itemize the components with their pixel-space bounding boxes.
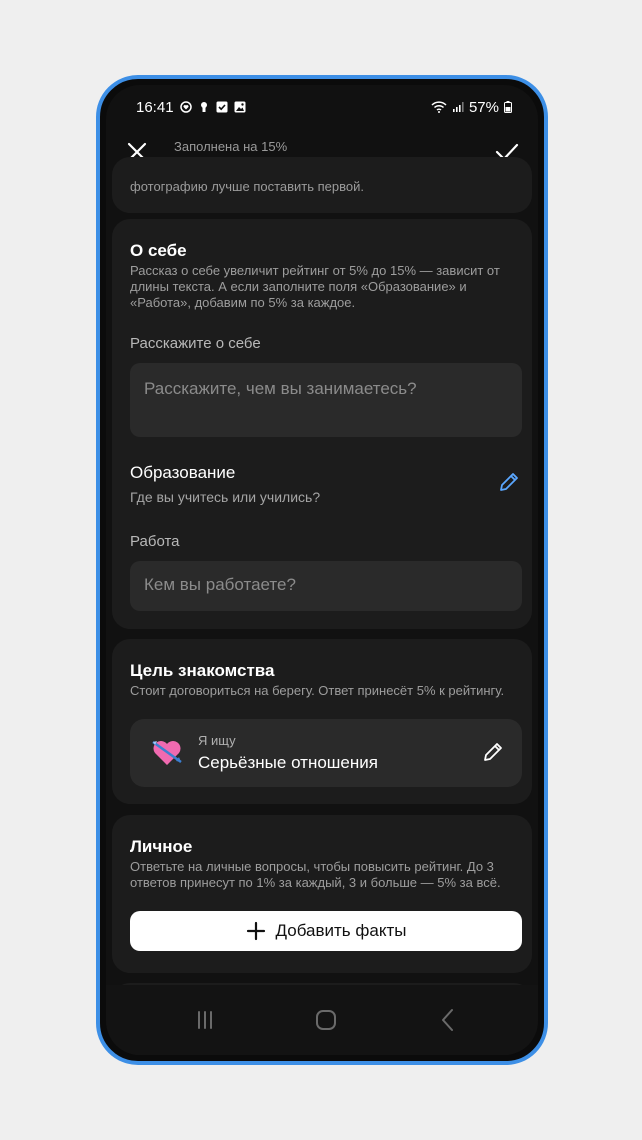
system-nav-bar	[106, 985, 538, 1055]
home-button[interactable]	[311, 1005, 341, 1035]
education-description: Где вы учитесь или учились?	[130, 489, 321, 505]
photo-section-card: фотографию лучше поставить первой.	[112, 157, 532, 213]
about-label: Расскажите о себе	[130, 335, 261, 352]
about-section-card: О себе Рассказ о себе увеличит рейтинг о…	[112, 219, 532, 629]
battery-icon	[504, 101, 512, 113]
goal-description: Стоит договориться на берегу. Ответ прин…	[130, 683, 505, 698]
recent-apps-button[interactable]	[190, 1005, 220, 1035]
back-icon	[442, 1009, 453, 1031]
photo-hint-text: фотографию лучше поставить первой.	[130, 179, 365, 194]
work-label: Работа	[130, 533, 180, 550]
progress-label: Заполнена на 15%	[174, 139, 288, 154]
status-bar: 16:41 57%	[136, 97, 512, 117]
goal-title: Цель знакомства	[130, 661, 275, 680]
education-title: Образование	[130, 463, 236, 482]
keyhole-icon	[198, 101, 210, 113]
check-box-icon	[216, 101, 228, 113]
goal-section-card: Цель знакомства Стоит договориться на бе…	[112, 639, 532, 804]
pencil-icon	[500, 473, 518, 491]
pencil-icon	[484, 743, 502, 761]
about-input[interactable]: Расскажите, чем вы занимаетесь?	[130, 363, 522, 437]
add-facts-label: Добавить факты	[275, 921, 407, 940]
image-icon	[234, 101, 246, 113]
recent-apps-icon	[198, 1011, 212, 1029]
screen: 16:41 57% Заполнена на 15% фотографию лу…	[106, 85, 538, 1055]
battery-percentage: 57%	[468, 98, 499, 116]
personal-title: Личное	[130, 837, 193, 856]
heart-with-arrow-icon	[152, 740, 182, 765]
status-left: 16:41	[136, 99, 246, 116]
about-title: О себе	[130, 241, 187, 260]
profile-edit-content[interactable]: фотографию лучше поставить первой. О себ…	[106, 157, 538, 1055]
education-edit-button[interactable]	[498, 471, 520, 493]
home-icon	[316, 1010, 336, 1030]
back-button[interactable]	[433, 1005, 463, 1035]
looking-for-label: Я ищу	[198, 733, 236, 748]
wifi-icon	[431, 101, 447, 113]
status-time: 16:41	[136, 98, 174, 116]
add-facts-button[interactable]: Добавить факты	[130, 911, 522, 951]
plus-icon	[246, 921, 265, 941]
personal-description: Ответьте на личные вопросы, чтобы повыси…	[130, 859, 501, 890]
looking-for-selector[interactable]: Я ищу Серьёзные отношения	[130, 719, 522, 787]
status-right: 57%	[431, 99, 512, 116]
heart-notification-icon	[179, 101, 192, 113]
signal-icon	[452, 101, 464, 113]
looking-for-value: Серьёзные отношения	[198, 753, 378, 772]
work-input[interactable]: Кем вы работаете?	[130, 561, 522, 611]
about-description: Рассказ о себе увеличит рейтинг от 5% до…	[130, 263, 500, 310]
phone-frame: 16:41 57% Заполнена на 15% фотографию лу…	[96, 75, 548, 1065]
personal-section-card: Личное Ответьте на личные вопросы, чтобы…	[112, 815, 532, 973]
